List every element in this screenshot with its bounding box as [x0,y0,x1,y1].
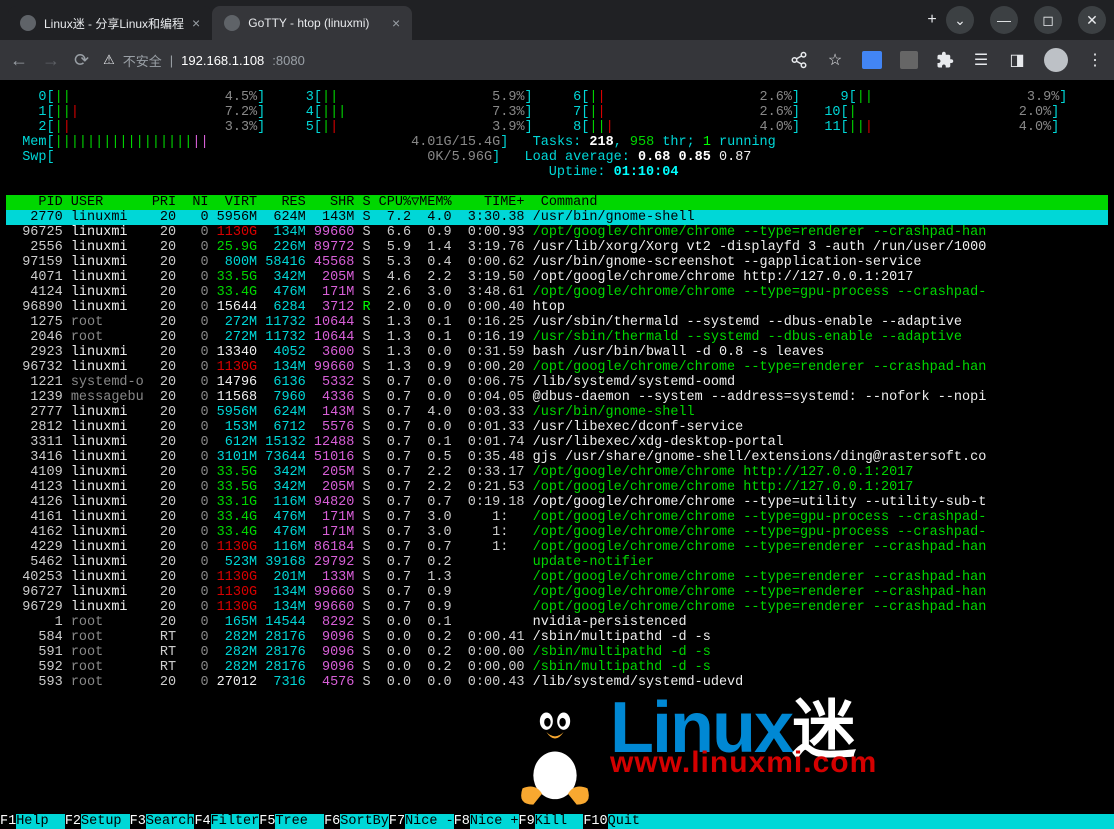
process-row[interactable]: 40253 linuxmi 20 0 1130G 201M 133M S 0.7… [6,570,1108,585]
minimize-button[interactable]: — [990,6,1018,34]
process-row[interactable]: 96727 linuxmi 20 0 1130G 134M 99660 S 0.… [6,585,1108,600]
extensions-icon[interactable] [936,51,954,69]
process-row[interactable]: 1 root 20 0 165M 14544 8292 S 0.0 0.1 nv… [6,615,1108,630]
tux-icon [500,680,610,810]
address-port: :8080 [272,53,305,68]
watermark-mi: 迷 [792,694,856,766]
fn-key: F7 [389,814,405,829]
watermark: Linux迷www.linuxmi.com [500,680,877,810]
process-row[interactable]: 4229 linuxmi 20 0 1130G 116M 86184 S 0.7… [6,540,1108,555]
menu-icon[interactable]: ⋮ [1086,51,1104,69]
reload-button[interactable]: ⟳ [74,50,89,71]
dropdown-icon[interactable]: ⌄ [946,6,974,34]
toolbar: ← → ⟳ ⚠ 不安全 | 192.168.1.108:8080 ☆ ☰ ◨ ⋮ [0,40,1114,80]
process-row-selected[interactable]: 2770 linuxmi 20 0 5956M 624M 143M S 7.2 … [6,210,1108,225]
process-row[interactable]: 4162 linuxmi 20 0 33.4G 476M 171M S 0.7 … [6,525,1108,540]
process-row[interactable]: 2046 root 20 0 272M 11732 10644 S 1.3 0.… [6,330,1108,345]
fn-label[interactable]: Help [16,814,65,829]
process-row[interactable]: 1275 root 20 0 272M 11732 10644 S 1.3 0.… [6,315,1108,330]
process-row[interactable]: 2923 linuxmi 20 0 13340 4052 3600 S 1.3 … [6,345,1108,360]
favicon-icon [20,15,36,31]
insecure-label: 不安全 [123,51,162,70]
tab-strip: Linux迷 - 分享Linux和编程×GoTTY - htop (linuxm… [8,0,910,40]
terminal-view[interactable]: 0[|| 4.5%] 3[|| 5.9%] 6[|| 2.6%] 9[|| 3.… [0,80,1114,829]
fn-key: F2 [65,814,81,829]
back-button[interactable]: ← [10,50,28,71]
translate-icon[interactable] [862,51,882,69]
fn-label[interactable]: Nice + [470,814,519,829]
bookmark-icon[interactable]: ☆ [826,51,844,69]
tab-0[interactable]: Linux迷 - 分享Linux和编程 × [8,6,212,40]
tab-title: Linux迷 - 分享Linux和编程 [44,15,184,32]
titlebar: Linux迷 - 分享Linux和编程×GoTTY - htop (linuxm… [0,0,1114,40]
close-tab-icon[interactable]: × [392,15,400,31]
process-row[interactable]: 4123 linuxmi 20 0 33.5G 342M 205M S 0.7 … [6,480,1108,495]
process-row[interactable]: 5462 linuxmi 20 0 523M 39168 29792 S 0.7… [6,555,1108,570]
process-row[interactable]: 1239 messagebu 20 0 11568 7960 4336 S 0.… [6,390,1108,405]
process-header[interactable]: PID USER PRI NI VIRT RES SHR S CPU%▽MEM%… [6,195,1108,210]
fn-key-bar: F1Help F2Setup F3SearchF4FilterF5Tree F6… [0,814,1114,829]
process-row[interactable]: 96725 linuxmi 20 0 1130G 134M 99660 S 6.… [6,225,1108,240]
fn-key: F4 [194,814,210,829]
fn-key: F8 [454,814,470,829]
process-row[interactable]: 584 root RT 0 282M 28176 9096 S 0.0 0.2 … [6,630,1108,645]
process-row[interactable]: 4161 linuxmi 20 0 33.4G 476M 171M S 0.7 … [6,510,1108,525]
fn-label[interactable]: Setup [81,814,130,829]
process-row[interactable]: 4109 linuxmi 20 0 33.5G 342M 205M S 0.7 … [6,465,1108,480]
side-panel-icon[interactable]: ◨ [1008,51,1026,69]
process-row[interactable]: 2812 linuxmi 20 0 153M 6712 5576 S 0.7 0… [6,420,1108,435]
fn-key: F5 [259,814,275,829]
fn-key: F1 [0,814,16,829]
fn-label[interactable]: Filter [211,814,260,829]
address-host: 192.168.1.108 [181,53,264,68]
fn-key: F3 [130,814,146,829]
watermark-text: Linux [610,688,792,768]
favicon-icon [224,15,240,31]
extension-icon[interactable] [900,51,918,69]
process-row[interactable]: 4126 linuxmi 20 0 33.1G 116M 94820 S 0.7… [6,495,1108,510]
process-row[interactable]: 592 root RT 0 282M 28176 9096 S 0.0 0.2 … [6,660,1108,675]
tab-title: GoTTY - htop (linuxmi) [248,16,369,30]
fn-label[interactable]: SortBy [340,814,389,829]
fn-label[interactable]: Quit [608,814,657,829]
fn-label[interactable]: Search [146,814,195,829]
tab-1[interactable]: GoTTY - htop (linuxmi) × [212,6,412,40]
watermark-url: www.linuxmi.com [610,755,877,770]
fn-key: F9 [519,814,535,829]
process-row[interactable]: 593 root 20 0 27012 7316 4576 S 0.0 0.0 … [6,675,1108,690]
process-row[interactable]: 2777 linuxmi 20 0 5956M 624M 143M S 0.7 … [6,405,1108,420]
close-window-button[interactable]: ✕ [1078,6,1106,34]
fn-label[interactable]: Kill [535,814,584,829]
process-row[interactable]: 3416 linuxmi 20 0 3101M 73644 51016 S 0.… [6,450,1108,465]
process-row[interactable]: 3311 linuxmi 20 0 612M 15132 12488 S 0.7… [6,435,1108,450]
share-icon[interactable] [790,51,808,69]
fn-key: F6 [324,814,340,829]
forward-button[interactable]: → [42,50,60,71]
insecure-icon: ⚠ [103,52,115,68]
process-row[interactable]: 591 root RT 0 282M 28176 9096 S 0.0 0.2 … [6,645,1108,660]
process-row[interactable]: 4124 linuxmi 20 0 33.4G 476M 171M S 2.6 … [6,285,1108,300]
fn-label[interactable]: Tree [275,814,324,829]
process-row[interactable]: 1221 systemd-o 20 0 14796 6136 5332 S 0.… [6,375,1108,390]
address-bar[interactable]: ⚠ 不安全 | 192.168.1.108:8080 [103,51,776,70]
process-row[interactable]: 97159 linuxmi 20 0 800M 58416 45568 S 5.… [6,255,1108,270]
close-tab-icon[interactable]: × [192,15,200,31]
process-row[interactable]: 96732 linuxmi 20 0 1130G 134M 99660 S 1.… [6,360,1108,375]
process-row[interactable]: 2556 linuxmi 20 0 25.9G 226M 89772 S 5.9… [6,240,1108,255]
reading-list-icon[interactable]: ☰ [972,51,990,69]
process-row[interactable]: 4071 linuxmi 20 0 33.5G 342M 205M S 4.6 … [6,270,1108,285]
process-row[interactable]: 96729 linuxmi 20 0 1130G 134M 99660 S 0.… [6,600,1108,615]
profile-avatar[interactable] [1044,48,1068,72]
process-row[interactable]: 96890 linuxmi 20 0 15644 6284 3712 R 2.0… [6,300,1108,315]
fn-key: F10 [583,814,607,829]
new-tab-button[interactable]: + [918,6,946,34]
fn-label[interactable]: Nice - [405,814,454,829]
maximize-button[interactable]: ◻ [1034,6,1062,34]
